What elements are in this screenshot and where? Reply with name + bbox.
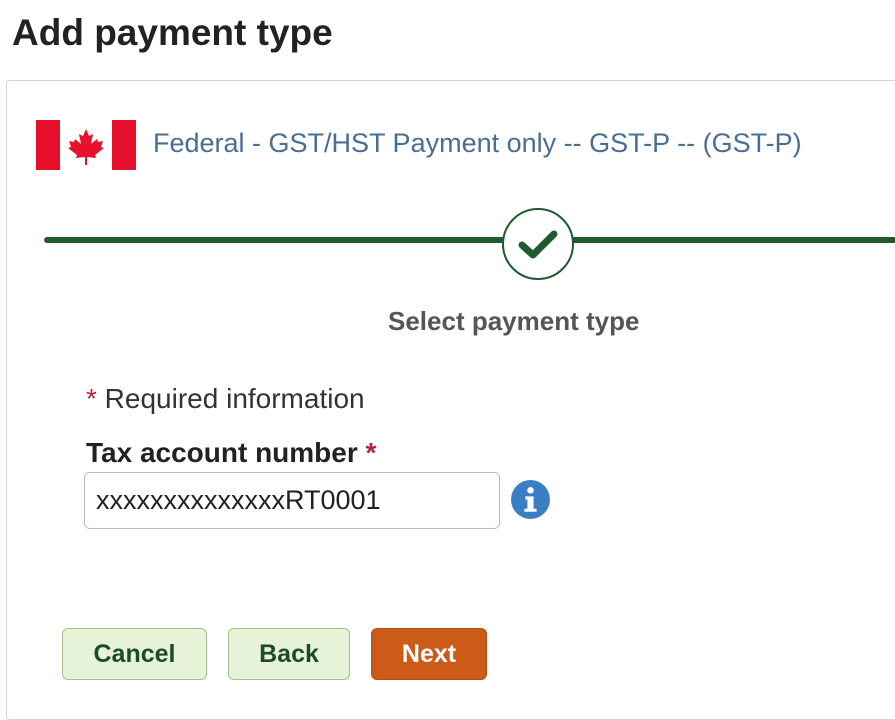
program-title: Federal - GST/HST Payment only -- GST-P … xyxy=(153,128,802,158)
canada-flag-icon xyxy=(36,120,136,170)
required-star: * xyxy=(86,383,97,414)
tax-account-input[interactable] xyxy=(84,472,500,529)
checkmark-icon xyxy=(518,230,558,259)
required-star: * xyxy=(365,437,377,468)
tax-account-label-text: Tax account number xyxy=(86,437,358,468)
next-button[interactable]: Next xyxy=(371,628,487,680)
page-title: Add payment type xyxy=(12,12,333,53)
tax-account-label: Tax account number * xyxy=(86,437,376,469)
required-info-note: * Required information xyxy=(86,383,365,415)
info-icon[interactable] xyxy=(510,479,551,520)
required-info-text: Required information xyxy=(96,383,365,414)
back-button[interactable]: Back xyxy=(228,628,350,680)
step-indicator xyxy=(502,208,574,280)
step-label: Select payment type xyxy=(388,306,640,336)
progress-track xyxy=(44,237,895,243)
cancel-button[interactable]: Cancel xyxy=(62,628,207,680)
